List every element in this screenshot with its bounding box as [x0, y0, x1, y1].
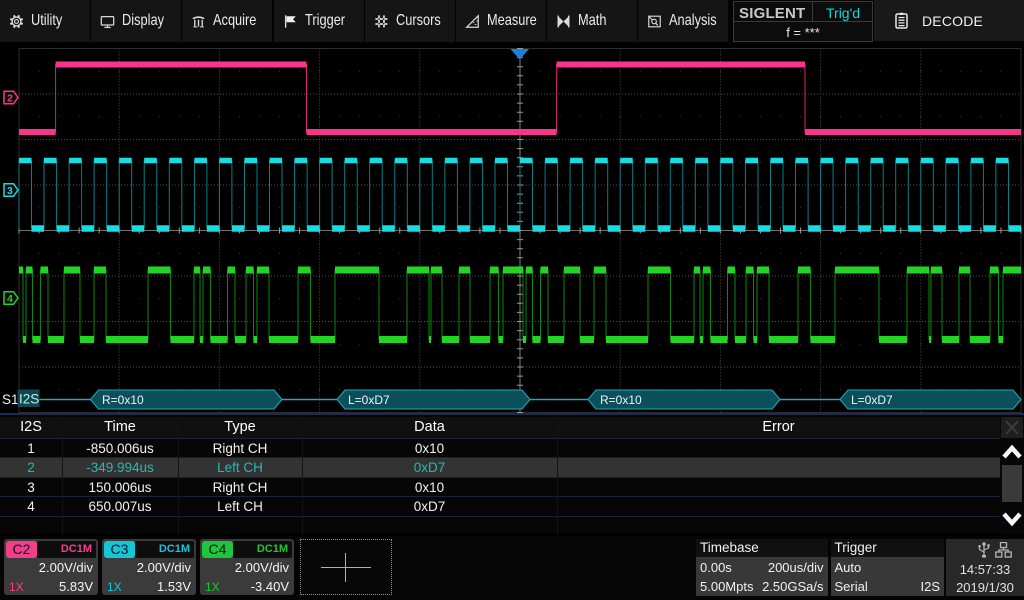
svg-text:L=0xD7: L=0xD7 — [348, 393, 390, 407]
svg-text:4: 4 — [7, 293, 13, 305]
svg-text:S1: S1 — [2, 392, 19, 407]
svg-text:R=0x10: R=0x10 — [600, 393, 642, 407]
svg-text:I2S: I2S — [19, 392, 39, 407]
svg-text:L=0xD7: L=0xD7 — [851, 393, 893, 407]
svg-text:3: 3 — [7, 185, 13, 197]
svg-text:R=0x10: R=0x10 — [102, 393, 144, 407]
svg-text:2: 2 — [7, 93, 13, 105]
